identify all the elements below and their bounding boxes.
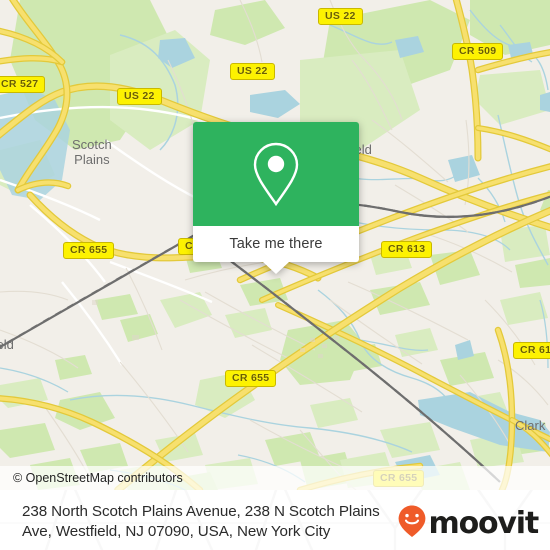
road-shield: CR 613 [381, 241, 433, 258]
address-text: 238 North Scotch Plains Avenue, 238 N Sc… [22, 503, 380, 540]
moovit-wordmark: moovit [428, 505, 540, 541]
popup-tail-pointer [263, 262, 289, 274]
destination-popup-card[interactable]: Take me there [193, 122, 359, 274]
moovit-smile-pin-icon [397, 504, 427, 543]
popup-header [193, 122, 359, 226]
map-pin-icon [250, 141, 302, 207]
road-shield: US 22 [318, 8, 363, 25]
osm-attribution[interactable]: © OpenStreetMap contributors [0, 466, 550, 490]
road-shield: CR 655 [63, 242, 115, 259]
road-shield: CR 61 [513, 342, 550, 359]
footer-bar: 238 North Scotch Plains Avenue, 238 N Sc… [0, 490, 550, 550]
road-shield: CR 527 [0, 76, 46, 93]
map-canvas[interactable]: .green { fill:#cfe8b0; } .green2 { fill:… [0, 0, 550, 490]
popup-action-row[interactable]: Take me there [193, 226, 359, 262]
moovit-logo[interactable]: moovit [397, 504, 540, 543]
take-me-there-label: Take me there [229, 236, 323, 252]
map-place-label: Scotch Plains [72, 137, 112, 167]
road-shield: US 22 [117, 88, 162, 105]
map-place-label: field [0, 337, 14, 352]
moovit-map-screenshot: .green { fill:#cfe8b0; } .green2 { fill:… [0, 0, 550, 550]
road-shield: CR 655 [225, 370, 277, 387]
map-place-label: Clark [515, 418, 546, 433]
road-shield: CR 509 [452, 43, 504, 60]
road-shield: US 22 [230, 63, 275, 80]
